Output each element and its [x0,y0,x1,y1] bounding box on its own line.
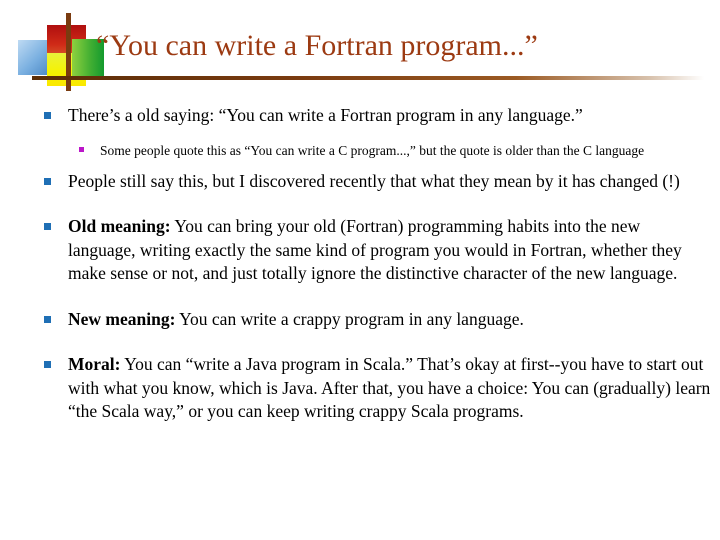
slide-body: There’s a old saying: “You can write a F… [36,104,712,438]
list-item: There’s a old saying: “You can write a F… [36,104,712,128]
list-item-body: You can “write a Java program in Scala.”… [68,354,711,421]
list-item-lead: Moral: [68,354,121,374]
sub-list: Some people quote this as “You can write… [72,142,712,160]
list-item-text: New meaning: You can write a crappy prog… [68,308,712,332]
bullet-marker-icon [36,170,68,185]
list-item-lead: New meaning: [68,308,176,329]
bullet-marker-icon [36,104,68,119]
list-item: Moral: You can “write a Java program in … [36,353,712,424]
list-item-text: Moral: You can “write a Java program in … [68,353,712,424]
list-item-text: Old meaning: You can bring your old (For… [68,215,712,286]
sub-list-item-text: Some people quote this as “You can write… [100,142,645,158]
bullet-marker-icon [36,353,68,368]
list-item: Some people quote this as “You can write… [72,142,712,160]
sub-bullet-marker-icon [72,142,100,152]
list-item: Old meaning: You can bring your old (For… [36,215,712,286]
slide-canvas: “You can write a Fortran program...” The… [0,0,720,540]
bullet-marker-icon [36,215,68,230]
list-item-text: People still say this, but I discovered … [68,170,680,191]
list-item: People still say this, but I discovered … [36,170,712,194]
list-item-lead: Old meaning: [68,216,171,236]
list-item: New meaning: You can write a crappy prog… [36,308,712,332]
page-title: “You can write a Fortran program...” [96,29,538,62]
list-item-body: You can write a crappy program in any la… [175,308,524,329]
bullet-marker-icon [36,308,68,323]
title-underline-rule [32,76,704,80]
list-item-text: There’s a old saying: “You can write a F… [68,105,583,125]
